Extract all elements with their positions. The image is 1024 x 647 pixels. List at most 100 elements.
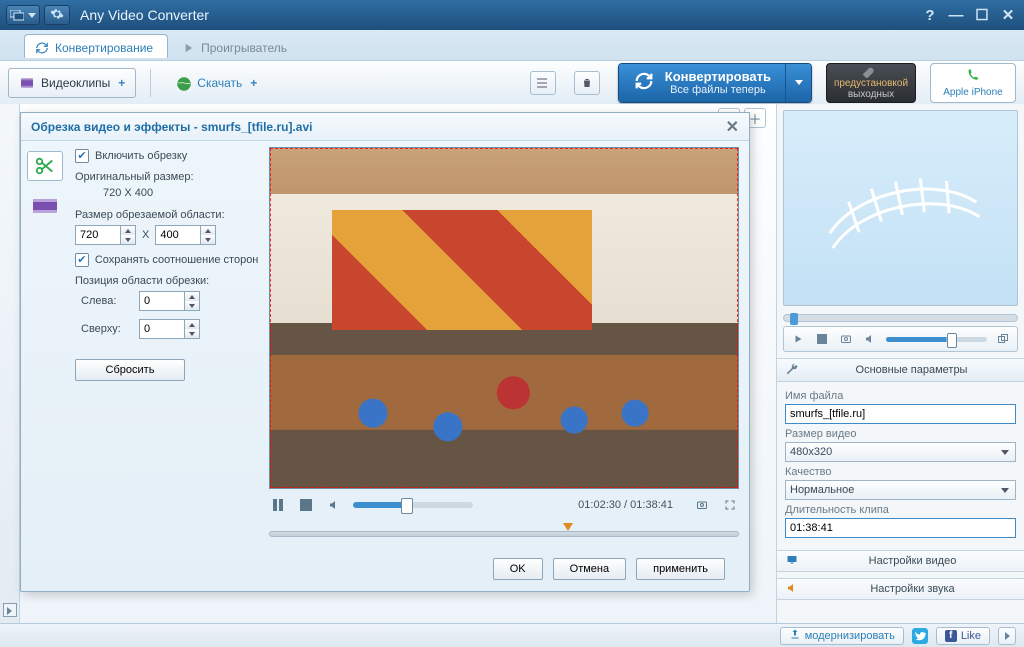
orig-size-label: Оригинальный размер: [75, 171, 259, 183]
output-preset-button[interactable]: предустановкой выходных [826, 63, 916, 103]
spin-up[interactable] [185, 320, 199, 329]
enable-crop-checkbox[interactable] [75, 149, 89, 163]
filename-input[interactable] [785, 404, 1016, 424]
snapshot-button[interactable] [693, 496, 711, 514]
download-label: Скачать [197, 76, 242, 90]
preview-snapshot-button[interactable] [838, 331, 854, 347]
preview-seek-slider[interactable] [783, 314, 1018, 322]
facebook-like-button[interactable]: f Like [936, 627, 990, 645]
keep-ratio-checkbox[interactable] [75, 253, 89, 267]
preview-volume-slider[interactable] [886, 337, 987, 342]
video-settings-label: Настройки видео [809, 555, 1016, 567]
output-preview [783, 110, 1018, 306]
add-clips-label: Видеоклипы [41, 76, 110, 90]
facebook-icon: f [945, 630, 957, 642]
preset-label-2: выходных [848, 89, 894, 100]
fullscreen-button[interactable] [721, 496, 739, 514]
chevron-down-icon [795, 80, 803, 85]
expand-left-panel[interactable] [3, 603, 17, 617]
crop-width-spinner[interactable] [75, 225, 136, 245]
mute-button[interactable] [325, 496, 343, 514]
tab-convert-label: Конвертирование [55, 41, 153, 55]
preview-play-button[interactable] [790, 331, 806, 347]
tab-player[interactable]: Проигрыватель [170, 34, 302, 58]
ok-button[interactable]: OK [493, 558, 543, 580]
speaker-icon [785, 582, 799, 596]
maximize-button[interactable]: ☐ [972, 6, 992, 24]
wrench-icon [861, 66, 881, 78]
spin-down[interactable] [185, 301, 199, 310]
pos-top-input[interactable] [139, 319, 185, 339]
dialog-close-button[interactable]: ✕ [726, 117, 739, 137]
preview-stop-button[interactable] [814, 331, 830, 347]
spin-down[interactable] [185, 329, 199, 338]
spin-up[interactable] [121, 226, 135, 235]
filmstrip-icon [19, 75, 35, 91]
delete-button[interactable] [574, 71, 600, 95]
duration-label: Длительность клипа [785, 504, 1016, 516]
crop-tool-tab[interactable] [27, 151, 63, 181]
expand-right-panel[interactable] [998, 627, 1016, 645]
add-clips-button[interactable]: Видеоклипы + [8, 68, 136, 98]
help-button[interactable]: ? [920, 7, 940, 24]
close-button[interactable]: ✕ [998, 6, 1018, 24]
keep-ratio-label: Сохранять соотношение сторон: [95, 254, 259, 266]
upgrade-button[interactable]: модернизировать [780, 627, 904, 645]
tab-convert[interactable]: Конвертирование [24, 34, 168, 58]
time-total: 01:38:41 [630, 499, 673, 511]
quality-select[interactable]: Нормальное [785, 480, 1016, 500]
crop-width-input[interactable] [75, 225, 121, 245]
settings-button[interactable] [44, 5, 70, 25]
trim-handle[interactable] [560, 523, 572, 545]
window-layout-button[interactable] [6, 5, 40, 25]
reset-button[interactable]: Сбросить [75, 359, 185, 381]
filmstrip-placeholder-icon [815, 157, 986, 259]
list-options-button[interactable] [530, 71, 556, 95]
preview-mute-button[interactable] [862, 331, 878, 347]
pause-button[interactable] [269, 496, 287, 514]
stop-button[interactable] [297, 496, 315, 514]
trim-bar[interactable] [269, 523, 739, 545]
convert-now-button[interactable]: Конвертировать Все файлы теперь [618, 63, 812, 103]
convert-dropdown[interactable] [785, 64, 811, 102]
pos-top-label: Сверху: [81, 323, 133, 335]
volume-slider[interactable] [353, 502, 473, 508]
params-heading: Основные параметры [807, 364, 1016, 376]
pos-top-spinner[interactable] [139, 319, 200, 339]
duration-input[interactable] [785, 518, 1016, 538]
minimize-button[interactable]: — [946, 7, 966, 24]
video-scene [270, 148, 738, 488]
upload-icon [789, 628, 801, 643]
quality-label: Качество [785, 466, 1016, 478]
preview-popout-button[interactable] [995, 331, 1011, 347]
device-label: Apple iPhone [943, 87, 1003, 98]
dialog-title: Обрезка видео и эффекты - smurfs_[tfile.… [31, 120, 312, 134]
download-button[interactable]: Скачать + [165, 68, 267, 98]
film-icon [32, 196, 58, 216]
spin-down[interactable] [121, 235, 135, 244]
video-size-select[interactable]: 480x320 [785, 442, 1016, 462]
apply-button[interactable]: применить [636, 558, 725, 580]
pos-left-spinner[interactable] [139, 291, 200, 311]
app-title: Any Video Converter [80, 7, 209, 23]
audio-settings-label: Настройки звука [809, 583, 1016, 595]
crop-height-input[interactable] [155, 225, 201, 245]
cancel-button[interactable]: Отмена [553, 558, 626, 580]
filename-label: Имя файла [785, 390, 1016, 402]
preset-label-1: предустановкой [834, 78, 908, 89]
spin-up[interactable] [185, 292, 199, 301]
video-settings-section[interactable]: Настройки видео [777, 550, 1024, 572]
pos-left-input[interactable] [139, 291, 185, 311]
pos-left-label: Слева: [81, 295, 133, 307]
x-separator: X [142, 229, 149, 241]
spin-down[interactable] [201, 235, 215, 244]
audio-settings-section[interactable]: Настройки звука [777, 578, 1024, 600]
crop-height-spinner[interactable] [155, 225, 216, 245]
video-preview[interactable] [269, 147, 739, 489]
twitter-button[interactable] [912, 628, 928, 644]
effects-tool-tab[interactable] [27, 191, 63, 221]
output-device-button[interactable]: Apple iPhone [930, 63, 1016, 103]
video-size-label: Размер видео [785, 428, 1016, 440]
spin-up[interactable] [201, 226, 215, 235]
convert-title: Конвертировать [665, 69, 771, 84]
